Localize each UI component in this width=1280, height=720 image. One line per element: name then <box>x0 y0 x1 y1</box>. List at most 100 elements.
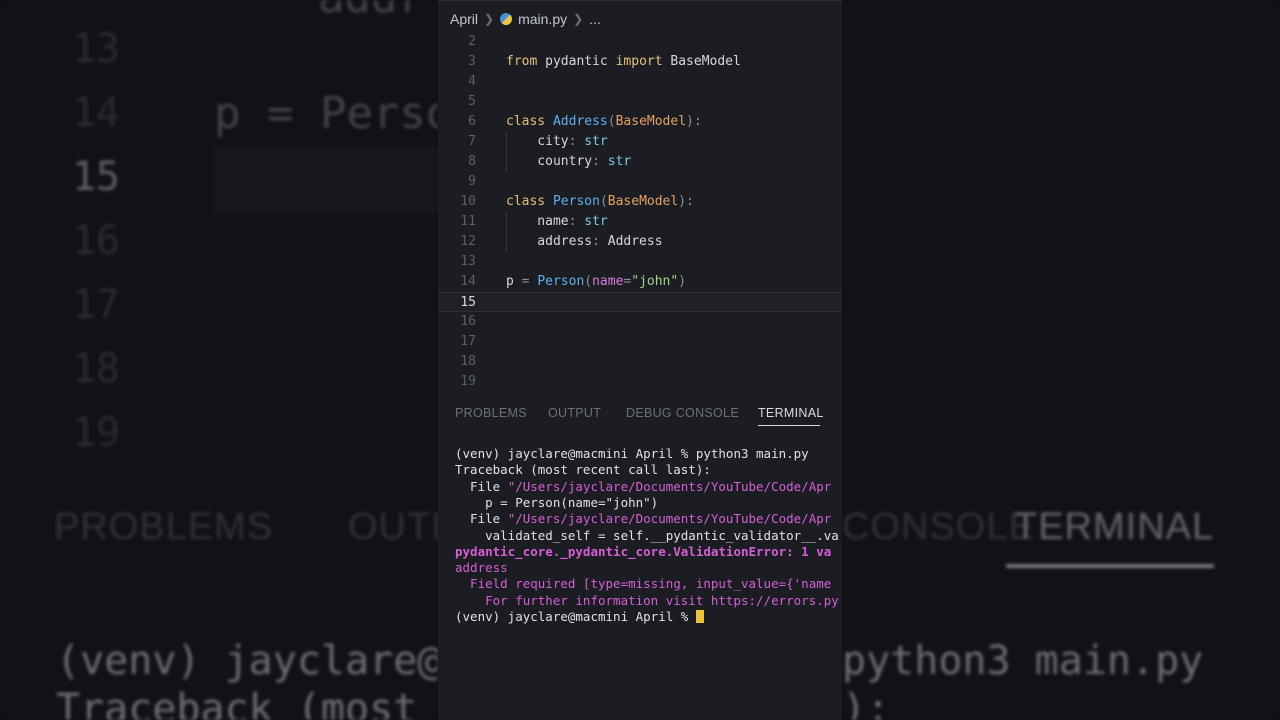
code-text: city: str <box>506 132 607 152</box>
code-token: ): <box>686 114 702 129</box>
code-line[interactable]: 16 <box>438 312 842 332</box>
code-token: country <box>506 154 593 169</box>
code-token: Address <box>607 234 663 249</box>
terminal-file-path[interactable]: "/Users/jayclare/Documents/YouTube/Code/… <box>508 479 832 494</box>
code-line[interactable]: 11 name: str <box>438 212 842 232</box>
code-area[interactable]: 2 3 from pydantic import BaseModel 4 5 6 class… <box>438 32 842 392</box>
code-text: class Address(BaseModel): <box>506 112 702 132</box>
line-number: 4 <box>468 74 476 89</box>
code-token: class <box>506 114 546 129</box>
terminal-line: File "/Users/jayclare/Documents/YouTube/… <box>455 479 831 495</box>
terminal-text: (venv) jayclare@macmini April % python3 … <box>455 446 809 461</box>
terminal-line: p = Person(name="john") <box>455 495 658 511</box>
active-tab-underline <box>758 425 820 426</box>
code-token: city <box>506 134 569 149</box>
vscode-editor: April ❯ main.py ❯ ... 2 3 from pydantic im… <box>438 0 842 720</box>
terminal-text: For further information visit https://er… <box>455 592 839 608</box>
background-right-mirror: CONSOLE TERMINAL python3 main.py ): <box>842 0 1280 720</box>
code-line[interactable]: 4 <box>438 72 842 92</box>
breadcrumb-symbols[interactable]: ... <box>589 11 601 27</box>
code-line[interactable]: 5 <box>438 92 842 112</box>
code-token: ) <box>678 274 687 289</box>
code-text: address: Address <box>506 232 663 252</box>
tab-output[interactable]: OUTPUT <box>548 406 601 420</box>
line-number: 6 <box>468 114 476 129</box>
code-line[interactable]: 6 class Address(BaseModel): <box>438 112 842 132</box>
terminal-file-label: File <box>455 478 508 494</box>
tab-debug-console[interactable]: DEBUG CONSOLE <box>626 406 739 420</box>
code-token: class <box>506 194 546 209</box>
bg-tab-console: CONSOLE <box>842 506 1035 548</box>
terminal-text: Traceback (most recent call last): <box>455 462 711 478</box>
code-line[interactable]: 19 <box>438 372 842 392</box>
terminal-file-path[interactable]: "/Users/jayclare/Documents/YouTube/Code/… <box>508 511 832 526</box>
code-line[interactable]: 12 address: Address <box>438 232 842 252</box>
tab-terminal[interactable]: TERMINAL <box>758 406 824 420</box>
terminal-prompt: (venv) jayclare@macmini April % <box>455 609 704 625</box>
code-token: : <box>568 214 585 229</box>
code-token: address <box>506 234 593 249</box>
code-line[interactable]: 15 <box>438 292 842 312</box>
code-token: name <box>592 274 624 289</box>
line-number: 17 <box>460 334 476 349</box>
bg-code-top: addr <box>318 0 424 23</box>
bg-terminal-line: (venv) jayclare@ <box>56 638 438 684</box>
code-token: p <box>506 274 522 289</box>
code-line[interactable]: 17 <box>438 332 842 352</box>
panel-tab-bar: PROBLEMS OUTPUT DEBUG CONSOLE TERMINAL <box>438 398 842 428</box>
bg-line-number: 13 <box>71 26 120 72</box>
line-number: 10 <box>460 194 476 209</box>
terminal-text: (venv) jayclare@macmini April % <box>455 609 696 624</box>
code-token: : <box>592 154 608 169</box>
bg-line-number: 14 <box>71 90 120 136</box>
code-line[interactable]: 3 from pydantic import BaseModel <box>438 52 842 72</box>
line-number: 12 <box>460 234 476 249</box>
code-line[interactable]: 18 <box>438 352 842 372</box>
line-number: 7 <box>468 134 476 149</box>
tab-problems[interactable]: PROBLEMS <box>455 406 527 420</box>
line-number: 13 <box>460 254 476 269</box>
code-token: name <box>506 214 569 229</box>
code-token: BaseModel <box>607 194 679 209</box>
code-token: BaseModel <box>615 114 687 129</box>
breadcrumb-file[interactable]: main.py <box>518 11 567 27</box>
code-line[interactable]: 10 class Person(BaseModel): <box>438 192 842 212</box>
terminal-text: address <box>455 560 508 576</box>
code-token: str <box>584 214 608 229</box>
bg-line-number-active: 15 <box>71 154 120 200</box>
terminal-output[interactable]: (venv) jayclare@macmini April % python3 … <box>438 446 842 720</box>
code-line[interactable]: 8 country: str <box>438 152 842 172</box>
code-line[interactable]: 7 city: str <box>438 132 842 152</box>
code-line[interactable]: 14 p = Person(name="john") <box>438 272 842 292</box>
line-number: 9 <box>468 174 476 189</box>
code-line[interactable]: 9 <box>438 172 842 192</box>
terminal-text: validated_self = self.__pydantic_validat… <box>455 527 839 543</box>
terminal-cursor <box>695 610 704 623</box>
terminal-line: address <box>455 560 508 576</box>
line-number: 19 <box>460 374 476 389</box>
line-number: 11 <box>460 214 476 229</box>
line-number: 8 <box>468 154 476 169</box>
code-token: from <box>506 54 538 69</box>
code-token: ): <box>678 194 694 209</box>
terminal-line: For further information visit https://er… <box>455 593 839 609</box>
code-token: Person <box>537 274 585 289</box>
code-text: from pydantic import BaseModel <box>506 52 741 72</box>
breadcrumb-folder[interactable]: April <box>450 11 478 27</box>
bg-tab-output: OUTPUT <box>348 506 438 548</box>
code-line[interactable]: 13 <box>438 252 842 272</box>
line-number: 2 <box>468 34 476 49</box>
code-token: ( <box>584 274 593 289</box>
bg-terminal-line: ): <box>842 686 891 720</box>
code-token: import <box>615 54 663 69</box>
terminal-line: validated_self = self.__pydantic_validat… <box>455 528 839 544</box>
terminal-line: File "/Users/jayclare/Documents/YouTube/… <box>455 511 831 527</box>
code-token: : <box>568 134 585 149</box>
code-text: name: str <box>506 212 608 232</box>
terminal-text: Field required [type=missing, input_valu… <box>455 576 832 592</box>
bg-line-number: 18 <box>71 346 120 392</box>
code-token: BaseModel <box>662 54 741 69</box>
terminal-line: Field required [type=missing, input_valu… <box>455 576 831 592</box>
code-line[interactable]: 2 <box>438 32 842 52</box>
